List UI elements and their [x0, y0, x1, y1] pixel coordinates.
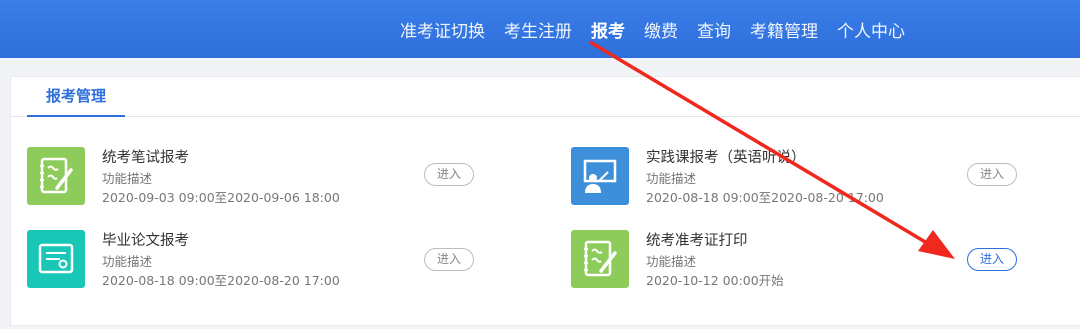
card-title: 实践课报考（英语听说） [646, 150, 806, 166]
card-time-range: 2020-08-18 09:00至2020-08-20 17:00 [102, 273, 340, 288]
notebook-pen-icon [27, 147, 85, 205]
content-panel: 报考管理 统考笔试报考 功能描述 2020-09-03 09:00至2020-0… [10, 76, 1080, 326]
top-navbar: 准考证切换 考生注册 报考 缴费 查询 考籍管理 个人中心 [0, 0, 1080, 58]
certificate-icon [27, 230, 85, 288]
card-title: 毕业论文报考 [102, 233, 189, 249]
nav-item-query[interactable]: 查询 [697, 17, 731, 42]
card-time-range: 2020-10-12 00:00开始 [646, 273, 784, 288]
card-description: 功能描述 [646, 171, 697, 186]
presentation-board-icon [571, 147, 629, 205]
card-thesis-apply: 毕业论文报考 功能描述 2020-08-18 09:00至2020-08-20 … [27, 230, 487, 290]
card-time-range: 2020-08-18 09:00至2020-08-20 17:00 [646, 190, 884, 205]
enter-button[interactable]: 进入 [424, 248, 474, 271]
main-nav: 准考证切换 考生注册 报考 缴费 查询 考籍管理 个人中心 [400, 0, 924, 58]
nav-item-records[interactable]: 考籍管理 [750, 17, 818, 42]
card-exam-apply: 统考笔试报考 功能描述 2020-09-03 09:00至2020-09-06 … [27, 147, 487, 207]
card-description: 功能描述 [102, 171, 153, 186]
enter-button[interactable]: 进入 [424, 163, 474, 186]
nav-item-personal-center[interactable]: 个人中心 [837, 17, 905, 42]
card-description: 功能描述 [102, 254, 153, 269]
nav-item-apply[interactable]: 报考 [591, 17, 625, 42]
enter-button[interactable]: 进入 [967, 163, 1017, 186]
card-description: 功能描述 [646, 254, 697, 269]
tab-bar: 报考管理 [11, 77, 1080, 117]
card-admission-print: 统考准考证打印 功能描述 2020-10-12 00:00开始 进入 [571, 230, 1071, 290]
tab-apply-management[interactable]: 报考管理 [27, 77, 125, 117]
card-title: 统考笔试报考 [102, 150, 189, 166]
card-title: 统考准考证打印 [646, 233, 748, 249]
nav-item-register[interactable]: 考生注册 [504, 17, 572, 42]
notebook-pen-icon [571, 230, 629, 288]
enter-button[interactable]: 进入 [967, 248, 1017, 271]
card-practice-apply: 实践课报考（英语听说） 功能描述 2020-08-18 09:00至2020-0… [571, 147, 1071, 207]
card-time-range: 2020-09-03 09:00至2020-09-06 18:00 [102, 190, 340, 205]
nav-item-payment[interactable]: 缴费 [644, 17, 678, 42]
nav-item-admission-switch[interactable]: 准考证切换 [400, 17, 485, 42]
